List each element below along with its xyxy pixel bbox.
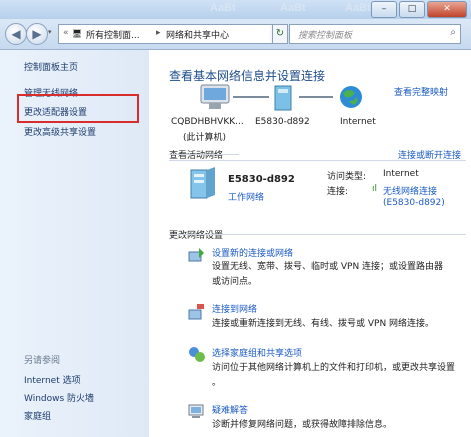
wireless-connection-link[interactable]: 无线网络连接	[383, 184, 437, 197]
forward-button[interactable]: ▶	[26, 23, 48, 45]
divider	[169, 234, 466, 235]
task-troubleshoot-desc: 诊断并修复网络问题，或获得故障排除信息。	[212, 420, 393, 430]
sidebar-item-homegroup[interactable]: 家庭组	[24, 409, 51, 422]
signal-strength-icon: ıl	[372, 184, 378, 194]
task-setup-connection-desc-2: 或访问点。	[212, 277, 258, 287]
globe-icon	[340, 86, 362, 108]
access-type-label: 访问类型:	[327, 172, 367, 182]
task-connect-network-desc: 连接或重新连接到无线、有线、拨号或 VPN 网络连接。	[212, 319, 435, 329]
breadcrumb-all-control-panel[interactable]: 所有控制面...	[86, 28, 140, 41]
control-panel-icon: 🖥	[72, 29, 83, 38]
maximize-button[interactable]: □	[399, 1, 425, 18]
node-this-computer-sub: (此计算机)	[183, 133, 227, 143]
minimize-button[interactable]: –	[371, 1, 397, 18]
search-input[interactable]: 搜索控制面板	[298, 28, 352, 41]
node-router-name: E5830-d892	[255, 117, 310, 127]
task-connect-network-link[interactable]: 连接到网络	[212, 302, 257, 315]
task-homegroup-desc-1: 访问位于其他网络计算机上的文件和打印机，或更改共享设置	[212, 363, 456, 373]
breadcrumb-network-center[interactable]: 网络和共享中心	[166, 28, 229, 41]
close-button[interactable]: ✕	[427, 1, 467, 18]
task-setup-connection-desc-1: 设置无线、宽带、拨号、临时或 VPN 连接；或设置路由器	[212, 262, 444, 272]
search-box[interactable]: 搜索控制面板 ⌕	[289, 24, 461, 44]
highlight-box	[17, 94, 139, 123]
see-also-heading: 另请参阅	[24, 356, 61, 366]
sidebar-item-advanced-sharing[interactable]: 更改高级共享设置	[24, 125, 96, 138]
active-network-name: E5830-d892	[228, 174, 295, 185]
main-content: 查看基本网络信息并设置连接 查看完整映射 CQBDHBHVKK... (此计算机…	[149, 50, 471, 437]
task-homegroup-link[interactable]: 选择家庭组和共享选项	[212, 346, 302, 359]
watermark-text: AaBt	[280, 2, 306, 14]
network-map-graphic	[200, 84, 362, 111]
navigation-bar: ◀ ▶ ▾ « 🖥 所有控制面... ▸ 网络和共享中心 ▾ ↻ 搜索控制面板 …	[0, 19, 471, 50]
task-setup-connection-link[interactable]: 设置新的连接或网络	[212, 246, 293, 259]
connect-network-icon	[188, 304, 204, 320]
sidebar-item-windows-firewall[interactable]: Windows 防火墙	[24, 391, 94, 404]
breadcrumb-separator-icon[interactable]: ▸	[156, 28, 161, 38]
sidebar-item-internet-options[interactable]: Internet 选项	[24, 373, 81, 386]
network-type-link[interactable]: 工作网络	[228, 190, 264, 203]
homegroup-icon	[189, 347, 205, 362]
access-type-value: Internet	[383, 169, 419, 179]
divider	[169, 154, 239, 155]
task-homegroup-desc-2: 。	[212, 378, 222, 388]
watermark-text: AaBt	[345, 2, 371, 14]
router-icon	[274, 85, 292, 111]
back-button[interactable]: ◀	[5, 23, 27, 45]
title-bar: AaBt AaBt AaBt – □ ✕	[0, 0, 471, 19]
connections-label: 连接:	[327, 187, 349, 197]
network-location-icon	[190, 167, 215, 199]
troubleshoot-icon	[188, 404, 204, 418]
page-title: 查看基本网络信息并设置连接	[169, 69, 326, 83]
address-bar[interactable]: « 🖥 所有控制面... ▸ 网络和共享中心	[58, 24, 272, 44]
new-connection-icon	[188, 248, 204, 262]
refresh-button[interactable]: ↻	[272, 24, 288, 44]
task-troubleshoot-link[interactable]: 疑难解答	[212, 403, 248, 416]
address-chevron-icon[interactable]: «	[63, 28, 69, 38]
sidebar-item-control-panel-home[interactable]: 控制面板主页	[24, 60, 78, 73]
search-icon[interactable]: ⌕	[450, 27, 456, 38]
window-controls: – □ ✕	[371, 1, 467, 18]
node-internet-name: Internet	[340, 117, 376, 127]
node-this-computer-name: CQBDHBHVKK...	[171, 117, 244, 127]
recent-pages-dropdown[interactable]: ▾	[48, 28, 52, 36]
wireless-connection-ssid-link[interactable]: (E5830-d892)	[383, 198, 445, 208]
computer-icon	[200, 84, 230, 109]
watermark-text: AaBt	[210, 2, 236, 14]
divider	[169, 160, 466, 161]
view-full-map-link[interactable]: 查看完整映射	[394, 85, 448, 98]
